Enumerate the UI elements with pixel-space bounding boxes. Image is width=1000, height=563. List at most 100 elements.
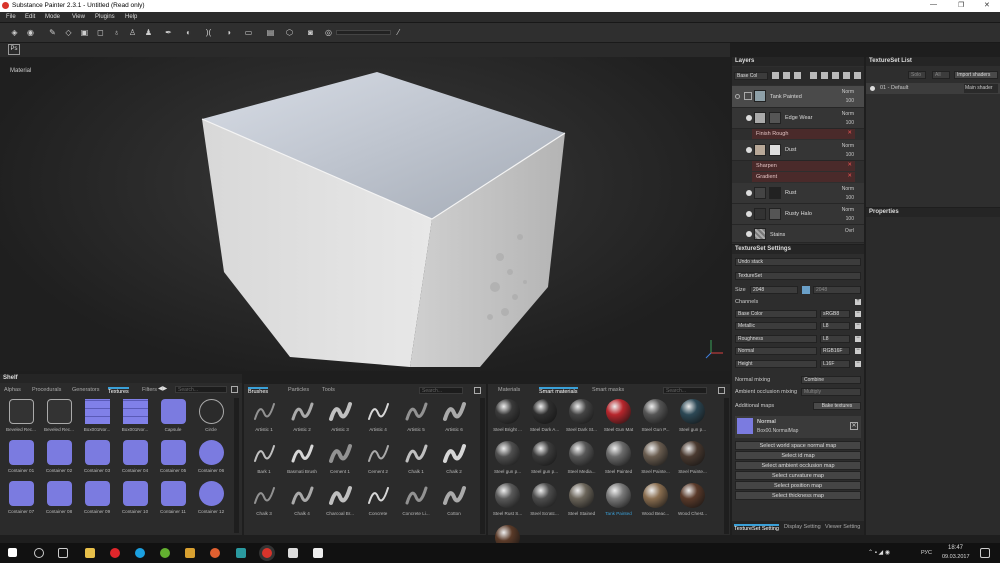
record-icon[interactable]: ◎ [324,28,333,37]
solo-button[interactable]: Solo [908,71,926,79]
menu-edit[interactable]: Edit [25,14,35,20]
symmetry-icon[interactable]: ◐ [184,28,193,37]
shelf-item[interactable]: Chalk 4 [284,483,320,516]
shelf-item[interactable]: Bark 1 [246,441,282,474]
layer-blend[interactable]: Norm [842,89,854,95]
shelf-item[interactable]: Steel Bright ... [490,399,525,432]
visibility-eye-icon[interactable] [746,147,752,153]
select-thickness-map-button[interactable]: Select thickness map [735,491,861,500]
textureset-item[interactable]: 01 - Default Main shader [866,83,1000,94]
symmetry-axis-icon[interactable]: ◑ [224,28,233,37]
size-select[interactable]: 2048 [750,286,798,294]
shelf-item[interactable]: Steel Rust S... [490,483,525,516]
close-icon[interactable]: ✕ [984,1,990,9]
select-curvature-map-button[interactable]: Select curvature map [735,471,861,480]
smudge-icon[interactable]: ♁ [112,28,121,37]
menu-plugins[interactable]: Plugins [95,14,115,20]
size-select-2[interactable]: 2048 [813,286,861,294]
shelf-item[interactable]: Box001Nor... [117,399,153,432]
shelf-item[interactable]: Container 09 [79,481,115,514]
shelf-item[interactable]: Artistic 3 [322,399,358,432]
layer-row[interactable]: Dust Norm 100 [732,140,864,161]
opera-icon[interactable] [110,548,120,558]
shelf-item[interactable]: Artistic 2 [284,399,320,432]
duplicate-icon[interactable] [843,72,850,79]
shelf-item[interactable]: Beveled Rec... [41,399,77,432]
shelf-item[interactable]: Container 03 [79,440,115,473]
shelf-item[interactable]: Cotton [436,483,472,516]
tab-smart-materials[interactable]: Smart materials [539,387,578,395]
shelf-item[interactable]: Artistic 6 [436,399,472,432]
layer-row[interactable]: Edge Wear Norm 100 [732,108,864,129]
filter-icon[interactable] [832,72,839,79]
layer-blend[interactable]: Ovrl [845,228,854,234]
grid-view-icon[interactable] [718,387,725,394]
shelf-item[interactable]: Steel Dark St... [564,399,599,432]
shelf-item[interactable]: Container 06 [193,440,229,473]
menu-file[interactable]: File [6,14,16,20]
tab-generators[interactable]: Generators [72,387,100,393]
channel-format[interactable]: L8 [820,335,850,343]
3d-viewport[interactable]: Material [0,57,730,371]
layer-opacity[interactable]: 100 [846,152,854,158]
visibility-eye-icon[interactable] [746,211,752,217]
layer-row[interactable]: Stains Ovrl [732,225,864,243]
search-icon[interactable] [34,548,44,558]
shelf-item[interactable]: Tank Painted [601,483,636,516]
shelf-item[interactable]: Steel Gun P... [638,399,673,432]
tab-brushes[interactable]: Brushes [248,387,269,395]
shelf-item[interactable]: Capsule [155,399,191,432]
clock-date[interactable]: 09.03.2017 [942,554,970,560]
tab-viewer-settings[interactable]: Viewer Setting [825,524,860,530]
polygon-fill-icon[interactable]: ◻ [96,28,105,37]
cube-model[interactable] [0,57,730,371]
tab-filters[interactable]: Filters [142,387,157,393]
add-layer-icon[interactable] [772,72,779,79]
camera-icon[interactable]: ◉ [26,28,35,37]
layer-blend[interactable]: Norm [842,207,854,213]
mirror-icon[interactable]: )( [204,28,213,37]
remove-channel-icon[interactable]: − [855,347,861,354]
layer-blend[interactable]: Norm [842,111,854,117]
app-icon[interactable] [313,548,323,558]
channel-select[interactable]: Base Col [734,72,768,80]
shelf-item[interactable]: Steel gun p... [527,441,562,474]
select-ao-map-button[interactable]: Select ambient occlusion map [735,461,861,470]
remove-map-icon[interactable]: ✕ [850,422,858,430]
file-explorer-icon[interactable] [85,548,95,558]
layer-opacity[interactable]: 100 [846,98,854,104]
shelf-item[interactable]: Steel Painte... [638,441,673,474]
layer-row[interactable]: Tank Painted Norm 100 [732,86,864,108]
shelf-item[interactable]: Container 11 [155,481,191,514]
add-fill-layer-icon[interactable] [783,72,790,79]
shelf-item[interactable]: Container 07 [3,481,39,514]
shelf-item[interactable]: Steel Stained [564,483,599,516]
remove-effect-icon[interactable]: ✕ [847,173,852,179]
shelf-item[interactable]: Cement 1 [322,441,358,474]
shelf-item[interactable]: Steel Painted [601,441,636,474]
add-channel-icon[interactable]: + [855,298,861,305]
link-icon[interactable] [802,286,810,294]
remove-channel-icon[interactable]: − [855,360,861,367]
projection-icon[interactable]: ▣ [80,28,89,37]
layer-opacity[interactable]: 100 [846,195,854,201]
select-position-map-button[interactable]: Select position map [735,481,861,490]
shader-select[interactable]: Main shader [964,84,998,93]
layer-opacity[interactable]: 100 [846,216,854,222]
windows-start-icon[interactable] [8,548,17,557]
app-icon[interactable] [236,548,246,558]
menu-view[interactable]: View [72,14,85,20]
substance-painter-icon[interactable] [262,548,272,558]
tab-alphas[interactable]: Alphas [4,387,21,393]
additional-map-slot[interactable]: Normal Box00.NormalMap ✕ [735,416,861,438]
layer-blend[interactable]: Norm [842,186,854,192]
shelf-item[interactable]: Chalk 1 [398,441,434,474]
visibility-eye-icon[interactable] [746,231,752,237]
layer-row[interactable]: Rusty Halo Norm 100 [732,204,864,225]
app-icon[interactable] [185,548,195,558]
shelf-item[interactable]: Container 08 [41,481,77,514]
visibility-eye-icon[interactable] [746,190,752,196]
smart-scrollbar[interactable] [724,398,729,534]
clock-time[interactable]: 18:47 [948,545,963,551]
channel-format[interactable]: L16F [820,360,850,368]
